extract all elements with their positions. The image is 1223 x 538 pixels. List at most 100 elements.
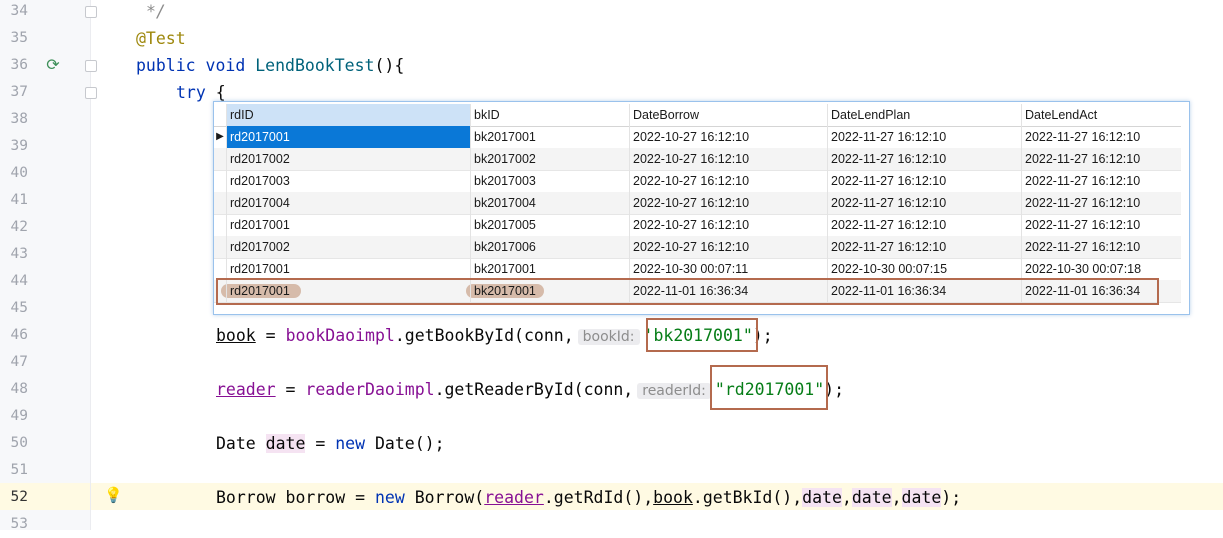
line-number: 36 [10,57,28,73]
column-header[interactable]: DateLendPlan [827,104,1021,126]
line-number: 51 [10,462,28,478]
code-text: (){ [374,56,405,75]
table-cell[interactable]: 2022-11-27 16:12:10 [1021,170,1181,192]
code-text: .getReaderById(conn, [434,380,634,399]
table-cell[interactable]: 2022-11-27 16:12:10 [1021,214,1181,236]
table-cell[interactable]: 2022-11-27 16:12:10 [827,148,1021,170]
table-cell[interactable]: rd2017003 [226,170,470,192]
table-row[interactable]: rd2017002 bk2017006 2022-10-27 16:12:10 … [214,236,1181,259]
table-cell[interactable]: 2022-11-27 16:12:10 [827,192,1021,214]
keyword: void [205,56,246,75]
column-header[interactable]: rdID [226,104,470,126]
table-cell[interactable]: 2022-11-27 16:12:10 [1021,148,1181,170]
code-text: .getRdId(), [543,488,654,507]
code-text: .getBookById(conn, [394,326,574,345]
fold-marker[interactable] [85,6,97,18]
code-text: Borrow( [404,488,485,507]
keyword: try [176,83,206,102]
table-cell[interactable]: 2022-10-27 16:12:10 [629,214,827,236]
code-text: , [891,488,902,507]
line-number: 44 [10,273,28,289]
line-number: 43 [10,246,28,262]
table-cell[interactable]: 2022-10-27 16:12:10 [629,126,827,148]
variable: reader [216,380,276,399]
column-header[interactable]: bkID [470,104,629,126]
current-row-marker: ▶ [216,131,224,142]
table-cell[interactable]: 2022-10-30 00:07:11 [629,258,827,280]
line-number: 34 [10,3,28,19]
table-cell[interactable]: 2022-10-27 16:12:10 [629,148,827,170]
table-cell[interactable]: bk2017003 [470,170,629,192]
table-row[interactable]: rd2017002 bk2017002 2022-10-27 16:12:10 … [214,148,1181,171]
line-number: 37 [10,84,28,100]
type-name: Date [216,434,266,453]
table-cell[interactable]: 2022-11-27 16:12:10 [1021,192,1181,214]
table-row[interactable]: rd2017001 bk2017005 2022-10-27 16:12:10 … [214,214,1181,237]
column-header[interactable]: DateBorrow [629,104,827,126]
table-cell[interactable]: 2022-10-27 16:12:10 [629,236,827,258]
table-cell[interactable]: 2022-11-27 16:12:10 [827,214,1021,236]
code-text: ); [941,488,962,507]
table-cell[interactable]: rd2017001 [226,258,470,280]
line-number: 39 [10,138,28,154]
code-text: Borrow borrow = [216,488,375,507]
field: bookDaoimpl [285,326,395,345]
table-cell[interactable]: rd2017004 [226,192,470,214]
line-number: 47 [10,354,28,370]
grid-header-row: rdID bkID DateBorrow DateLendPlan DateLe… [214,104,1181,127]
line-number: 40 [10,165,28,181]
code-text: = [275,380,306,399]
variable: date [851,488,892,507]
line-number: 35 [10,30,28,46]
parameter-hint: bookId: [577,329,640,345]
table-row[interactable]: ▶ rd2017001 bk2017001 2022-10-27 16:12:1… [214,126,1181,149]
code-text: { [205,83,226,102]
line-number: 41 [10,192,28,208]
table-cell[interactable]: bk2017002 [470,148,629,170]
table-cell[interactable]: bk2017001 [470,126,629,148]
fold-marker[interactable] [85,87,97,99]
parameter-hint: readerId: [637,383,711,399]
code-line-34[interactable]: */ [146,0,166,25]
line-number: 38 [10,111,28,127]
fold-marker[interactable] [85,60,97,72]
annotation-box [216,278,1159,305]
line-number: 50 [10,435,28,451]
table-row[interactable]: rd2017004 bk2017004 2022-10-27 16:12:10 … [214,192,1181,215]
table-cell[interactable]: 2022-10-30 00:07:18 [1021,258,1181,280]
code-line-36[interactable]: public void LendBookTest(){ [136,52,404,79]
table-cell[interactable]: 2022-11-27 16:12:10 [827,126,1021,148]
keyword: public [136,56,196,75]
line-number: 52 [10,489,28,505]
table-row[interactable]: rd2017003 bk2017003 2022-10-27 16:12:10 … [214,170,1181,193]
annotation-box [646,318,758,352]
code-line-50[interactable]: Date date = new Date(); [216,430,445,457]
table-cell[interactable]: bk2017006 [470,236,629,258]
code-text: .getBkId(), [692,488,803,507]
table-cell[interactable]: 2022-11-27 16:12:10 [1021,126,1181,148]
keyword: new [335,434,366,453]
table-cell[interactable]: rd2017002 [226,148,470,170]
run-test-icon[interactable]: ⟳ [44,56,62,74]
code-line-52[interactable]: Borrow borrow = new Borrow(reader.getRdI… [216,484,961,511]
table-cell[interactable]: bk2017001 [470,258,629,280]
table-cell[interactable]: 2022-10-30 00:07:15 [827,258,1021,280]
annotation-box [710,365,828,410]
code-text: = [305,434,336,453]
code-line-35[interactable]: @Test [136,25,186,52]
table-cell[interactable]: 2022-11-27 16:12:10 [827,170,1021,192]
table-cell[interactable]: 2022-10-27 16:12:10 [629,192,827,214]
table-cell[interactable]: rd2017001 [226,126,470,148]
code-text: = [255,326,286,345]
table-cell[interactable]: rd2017001 [226,214,470,236]
table-cell[interactable]: bk2017004 [470,192,629,214]
keyword: new [374,488,405,507]
table-cell[interactable]: 2022-10-27 16:12:10 [629,170,827,192]
table-cell[interactable]: 2022-11-27 16:12:10 [1021,236,1181,258]
variable: date [802,488,842,507]
table-cell[interactable]: bk2017005 [470,214,629,236]
lightbulb-icon[interactable]: 💡 [104,486,123,504]
table-cell[interactable]: 2022-11-27 16:12:10 [827,236,1021,258]
column-header[interactable]: DateLendAct [1021,104,1181,126]
table-cell[interactable]: rd2017002 [226,236,470,258]
